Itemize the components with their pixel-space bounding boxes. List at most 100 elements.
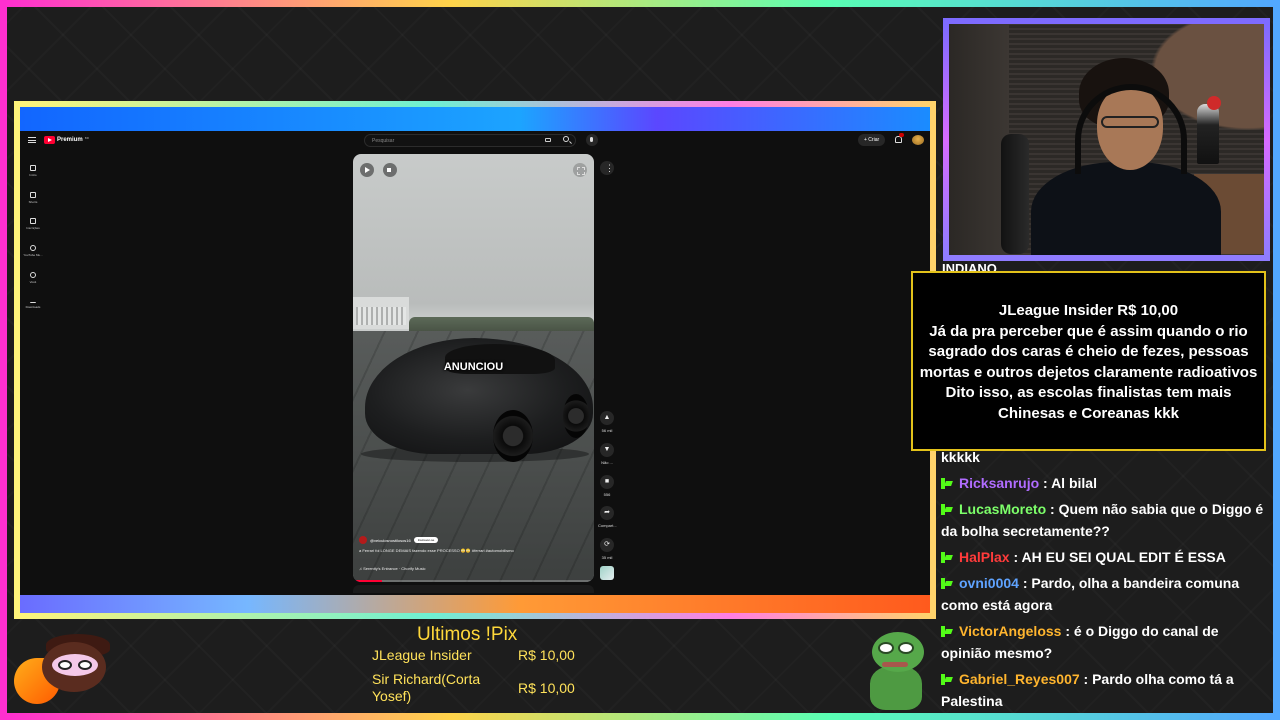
create-label: + Criar (864, 137, 880, 143)
chat-message: VictorAngeloss : é o Diggo do canal de o… (941, 623, 1219, 661)
shorts-video[interactable]: ANUNCIOU @veiculosnostilosos16 Inscrever… (353, 154, 594, 582)
dislike-icon: ▼ (600, 443, 614, 457)
chat-message: LucasMoreto : Quem não sabia que o Diggo… (941, 501, 1264, 539)
frog-body (870, 666, 922, 710)
frog-eye (878, 642, 894, 654)
comment-count: 556 (603, 492, 611, 497)
shorts-icon (30, 192, 36, 198)
frog-mouth (882, 662, 908, 667)
sound-thumbnail[interactable] (600, 566, 614, 580)
remix-button[interactable]: ⟳ 35 mil (598, 538, 616, 560)
menu-icon[interactable] (28, 137, 36, 143)
chat-message-text: AH EU SEI QUAL EDIT É ESSA (1021, 549, 1226, 565)
video-caption: ANUNCIOU (443, 361, 504, 373)
user-icon (30, 272, 36, 278)
car-wheel (563, 394, 589, 438)
sidebar-item-label: YouTube Mu... (23, 253, 43, 257)
comments-button[interactable]: ■ 556 (598, 475, 616, 497)
kick-badge-icon (941, 504, 952, 515)
chat-message: HalPlax : AH EU SEI QUAL EDIT É ESSA (941, 546, 1271, 568)
screen-bottom-bar (20, 595, 930, 613)
chat: kkkkk Ricksanrujo : Al bilal LucasMoreto… (941, 446, 1271, 712)
sidebar-item-label: Você (29, 280, 37, 284)
pix-entry-amount: R$ 10,00 (518, 647, 575, 663)
youtube-logo-country: BR (84, 136, 89, 140)
webcam (943, 18, 1270, 261)
kick-badge-icon (941, 478, 952, 489)
sidebar-item-label: Início (29, 173, 37, 177)
chat-message: Gabriel_Reyes007 : Pardo olha como tá a … (941, 671, 1234, 709)
dislike-button[interactable]: ▼ Não ... (598, 443, 616, 465)
pix-entry: JLeague Insider R$ 10,00 (372, 647, 592, 667)
volume-icon[interactable] (383, 163, 397, 177)
short-music[interactable]: ♫ Serenity's Entrance · Chorify Music (359, 566, 425, 571)
share-button[interactable]: ➦ Compart... (598, 506, 617, 528)
chat-username[interactable]: ovni0004 (959, 575, 1019, 591)
pix-entry-name: Sir Richard(Corta Yosef) (372, 671, 481, 704)
more-options-icon[interactable] (600, 161, 614, 175)
search-icon[interactable] (563, 136, 569, 142)
chat-username[interactable]: VictorAngeloss (959, 623, 1061, 639)
music-icon (30, 245, 36, 251)
youtube-logo[interactable]: Premium BR (44, 136, 89, 144)
sidebar-item-subscriptions[interactable]: Inscrições (22, 218, 44, 230)
pix-entry-amount: R$ 10,00 (518, 680, 575, 696)
mic-icon[interactable] (586, 134, 598, 146)
youtube-window: Premium BR Pesquisar + Criar Início Shor… (22, 131, 928, 595)
play-icon[interactable] (360, 163, 374, 177)
channel-row: @veiculosnostilosos16 Inscrever-se (359, 536, 588, 544)
webcam-background (949, 24, 1264, 255)
chat-username[interactable]: HalPlax (959, 549, 1010, 565)
emote-eye (58, 660, 72, 670)
character-emote (12, 632, 122, 712)
video-progress[interactable] (353, 580, 594, 582)
share-icon: ➦ (600, 506, 614, 520)
home-icon (30, 165, 36, 171)
pix-alert: JLeague Insider R$ 10,00 Já da pra perce… (911, 271, 1266, 451)
emote-eye (78, 660, 92, 670)
next-short-preview (353, 585, 594, 593)
youtube-logo-icon (44, 136, 55, 144)
kick-badge-icon (941, 626, 952, 637)
sidebar-item-label: Downloads (25, 305, 41, 309)
pix-alert-title: JLeague Insider R$ 10,00 (998, 302, 1179, 319)
youtube-logo-text: Premium (57, 137, 83, 143)
sidebar-item-you[interactable]: Você (22, 272, 44, 284)
short-description: a Ferrari foi LONGE DEMAIS fazendo esse … (359, 548, 514, 553)
channel-name[interactable]: @veiculosnostilosos16 (370, 538, 411, 543)
youtube-header: Premium BR Pesquisar + Criar (22, 131, 928, 153)
fullscreen-icon[interactable] (573, 163, 587, 177)
remix-icon: ⟳ (600, 538, 614, 552)
notifications-badge (899, 133, 904, 137)
kick-badge-icon (941, 552, 952, 563)
sidebar-item-music[interactable]: YouTube Mu... (22, 245, 44, 257)
create-button[interactable]: + Criar (858, 134, 886, 146)
sidebar-item-home[interactable]: Início (22, 165, 44, 177)
chat-message: Ricksanrujo : Al bilal (941, 472, 1271, 494)
pix-alert-message: Já da pra perceber que é assim quando o … (919, 322, 1258, 422)
background-building (353, 297, 409, 329)
kick-badge-icon (941, 674, 952, 685)
comment-icon: ■ (600, 475, 614, 489)
dislike-label: Não ... (601, 460, 613, 465)
chat-message-text: kkkkk (941, 449, 980, 465)
red-ornament (1207, 96, 1221, 110)
download-icon (30, 298, 36, 303)
chat-message-text: Al bilal (1051, 475, 1097, 491)
chat-username[interactable]: Gabriel_Reyes007 (959, 671, 1080, 687)
chat-message: ovni0004 : Pardo, olha a bandeira comuna… (941, 575, 1240, 613)
sidebar-item-downloads[interactable]: Downloads (22, 298, 44, 309)
avatar[interactable] (912, 135, 924, 145)
share-label: Compart... (598, 523, 617, 528)
channel-avatar[interactable] (359, 536, 367, 544)
remix-count: 35 mil (601, 555, 613, 560)
keyboard-icon[interactable] (545, 138, 551, 142)
sidebar-item-label: Inscrições (26, 226, 40, 230)
screen-top-bar (20, 107, 930, 131)
notifications-icon[interactable] (895, 136, 902, 143)
chat-username[interactable]: LucasMoreto (959, 501, 1046, 517)
like-button[interactable]: ▲ 56 mil (598, 411, 616, 433)
subscribe-button[interactable]: Inscrever-se (413, 537, 439, 543)
sidebar-item-shorts[interactable]: Shorts (22, 192, 44, 204)
chat-username[interactable]: Ricksanrujo (959, 475, 1039, 491)
